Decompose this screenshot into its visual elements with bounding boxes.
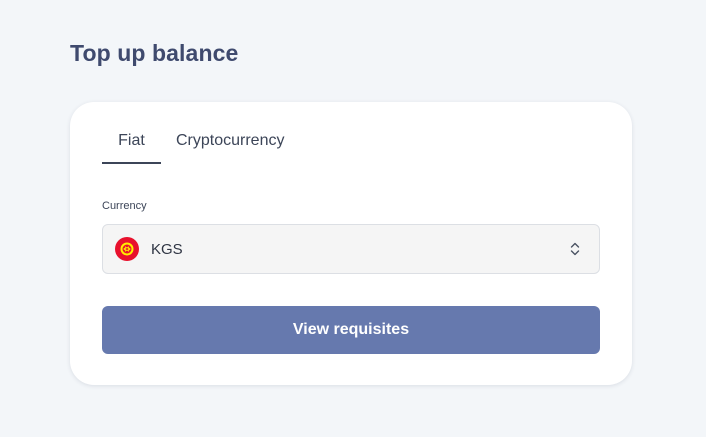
currency-label: Currency bbox=[102, 200, 147, 212]
tab-fiat[interactable]: Fiat bbox=[102, 120, 161, 164]
payment-type-tabs: Fiat Cryptocurrency bbox=[102, 120, 284, 164]
chevron-up-down-icon bbox=[569, 240, 581, 258]
tab-cryptocurrency[interactable]: Cryptocurrency bbox=[176, 120, 284, 164]
page-title: Top up balance bbox=[70, 40, 239, 66]
currency-select[interactable]: KGS bbox=[102, 224, 600, 274]
currency-select-value: KGS bbox=[151, 241, 183, 258]
kyrgyzstan-flag-icon bbox=[115, 237, 139, 261]
top-up-card: Fiat Cryptocurrency Currency KGS View re… bbox=[70, 102, 632, 385]
view-requisites-button[interactable]: View requisites bbox=[102, 306, 600, 354]
